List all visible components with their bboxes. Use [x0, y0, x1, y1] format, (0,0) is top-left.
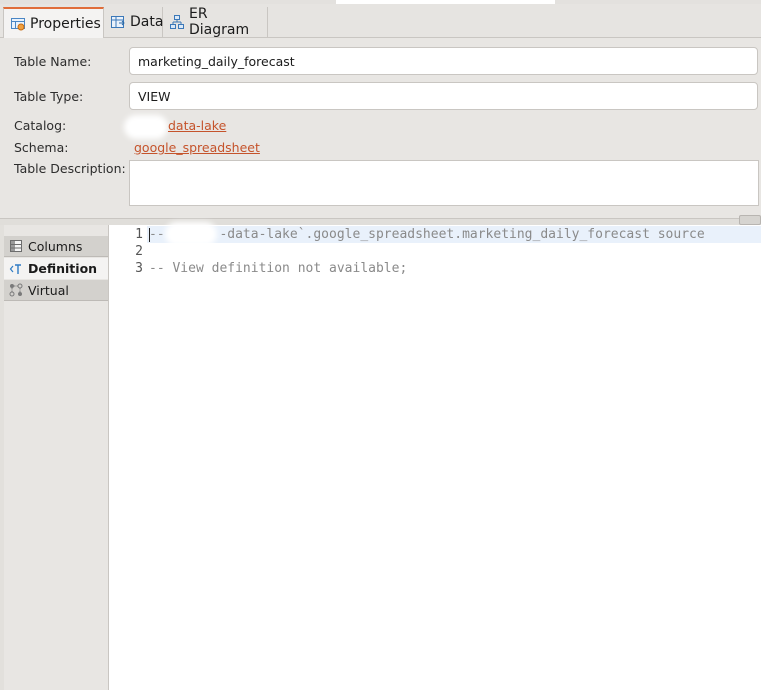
sidebar-item-virtual-label: Virtual	[28, 282, 69, 298]
properties-form: Table Name: marketing_daily_forecast Tab…	[0, 38, 761, 218]
editor-tab-bar: Properties Data ER Diagram	[0, 4, 761, 38]
virtual-icon	[9, 283, 23, 297]
definition-icon	[9, 262, 23, 276]
data-grid-icon	[110, 14, 126, 30]
schema-link[interactable]: google_spreadsheet	[134, 140, 260, 155]
code-line-3: -- View definition not available;	[149, 261, 408, 276]
catalog-link[interactable]: data-lake	[168, 118, 226, 133]
line-number: 2	[135, 244, 143, 259]
table-description-label: Table Description:	[14, 161, 126, 176]
code-line-1: -- -data-lake`.google_spreadsheet.market…	[149, 227, 705, 242]
redacted-code-prefix	[165, 222, 217, 246]
table-type-label: Table Type:	[14, 89, 84, 104]
sidebar-item-columns-label: Columns	[28, 238, 83, 254]
sidebar-item-definition[interactable]: Definition	[4, 258, 108, 279]
schema-label: Schema:	[14, 140, 69, 155]
sidebar-item-virtual[interactable]: Virtual	[4, 280, 108, 301]
tab-properties[interactable]: Properties	[3, 7, 104, 38]
editor-gutter	[109, 225, 121, 690]
line-number: 3	[135, 261, 143, 276]
table-name-label: Table Name:	[14, 54, 92, 69]
er-diagram-icon	[169, 14, 185, 30]
sql-definition-editor[interactable]: 1 -- -data-lake`.google_spreadsheet.mark…	[121, 222, 761, 690]
columns-icon	[9, 239, 23, 253]
splitter-collapse-handle[interactable]	[739, 215, 761, 225]
tab-data[interactable]: Data	[104, 7, 163, 37]
redacted-catalog-prefix	[124, 115, 168, 139]
tab-er-diagram[interactable]: ER Diagram	[163, 6, 268, 38]
details-sidebar: Columns Definition Virtual	[4, 225, 109, 690]
tab-data-label: Data	[130, 14, 164, 30]
table-description-textarea[interactable]	[129, 160, 759, 206]
properties-icon	[10, 16, 26, 32]
catalog-label: Catalog:	[14, 118, 67, 133]
table-type-field[interactable]: VIEW	[129, 82, 758, 110]
sidebar-item-definition-label: Definition	[28, 261, 98, 276]
table-name-field[interactable]: marketing_daily_forecast	[129, 47, 758, 75]
tab-er-diagram-label: ER Diagram	[189, 6, 250, 38]
sidebar-item-columns[interactable]: Columns	[4, 236, 108, 257]
tab-properties-label: Properties	[30, 15, 101, 32]
line-number: 1	[135, 227, 143, 242]
